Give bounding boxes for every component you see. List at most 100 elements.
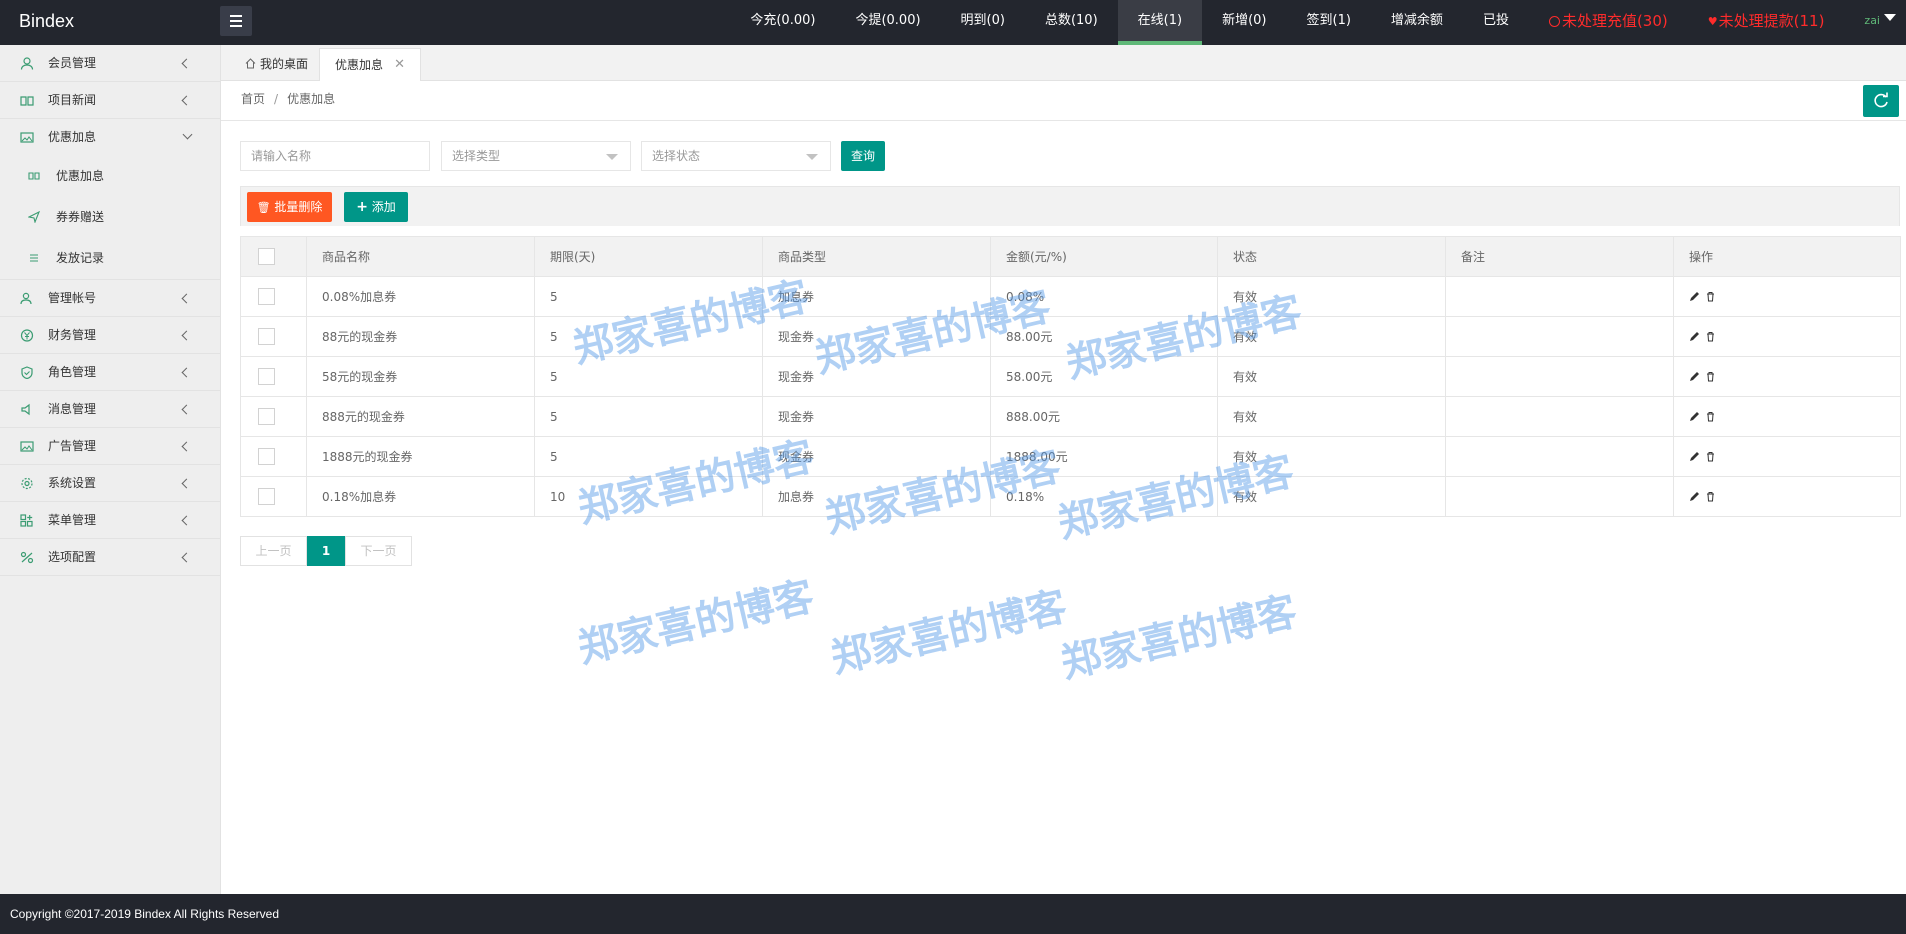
cell-name: 0.18%加息券 [306, 476, 535, 517]
sidebar-item-promotions[interactable]: 优惠加息 [0, 119, 220, 156]
close-icon[interactable]: ✕ [394, 49, 405, 81]
sidebar-item-label: 广告管理 [48, 439, 97, 453]
nav-today-recharge[interactable]: 今充(0.00) [730, 0, 835, 45]
book-icon [28, 172, 40, 180]
edit-icon[interactable] [1689, 371, 1700, 382]
add-label: 添加 [371, 200, 396, 214]
nav-new[interactable]: 新增(0) [1202, 0, 1286, 45]
batch-delete-button[interactable]: 🗑 批量删除 [247, 192, 332, 222]
table-toolbar: 🗑 批量删除 + 添加 [240, 186, 1900, 226]
delete-icon[interactable] [1705, 291, 1716, 302]
status-select[interactable]: 选择状态 [641, 141, 831, 171]
name-search-input[interactable]: 请输入名称 [240, 141, 430, 171]
edit-icon[interactable] [1689, 411, 1700, 422]
select-all-checkbox[interactable] [258, 248, 275, 265]
nav-pending-withdraw[interactable]: ♥未处理提款(11) [1688, 0, 1845, 45]
row-checkbox[interactable] [258, 488, 275, 505]
table-row: 0.08%加息券 5 加息券 0.08% 有效 [240, 276, 1901, 317]
heart-icon: ♥ [1707, 15, 1718, 28]
sidebar-item-news[interactable]: 项目新闻 [0, 82, 220, 119]
sidebar-item-members[interactable]: 会员管理 [0, 45, 220, 82]
nav-checkin[interactable]: 签到(1) [1287, 0, 1371, 45]
sidebar-item-label: 角色管理 [48, 365, 97, 379]
menu-toggle-button[interactable] [220, 6, 252, 36]
chevron-left-icon [181, 515, 192, 526]
sidebar-item-menus[interactable]: 菜单管理 [0, 502, 220, 539]
nav-pending-recharge[interactable]: 未处理充值(30) [1529, 0, 1688, 45]
cell-status: 有效 [1217, 476, 1446, 517]
query-button[interactable]: 查询 [841, 141, 885, 171]
sidebar-item-ads[interactable]: 广告管理 [0, 428, 220, 465]
tab-home-label: 我的桌面 [260, 57, 309, 71]
table-row: 888元的现金券 5 现金券 888.00元 有效 [240, 396, 1901, 437]
sidebar-item-label: 菜单管理 [48, 513, 97, 527]
sidebar-item-finance[interactable]: 财务管理 [0, 317, 220, 354]
cell-term: 5 [534, 356, 763, 397]
breadcrumb-home[interactable]: 首页 [241, 92, 265, 106]
alert-icon [1548, 16, 1560, 27]
app-logo[interactable]: Bindex [19, 0, 74, 45]
tab-bar: 我的桌面 优惠加息 ✕ [221, 45, 1906, 82]
edit-icon[interactable] [1689, 331, 1700, 342]
sidebar-subitem-coupon-gift[interactable]: 券券赠送 [0, 197, 220, 238]
column-header: 商品类型 [762, 236, 991, 277]
nav-today-withdraw[interactable]: 今提(0.00) [835, 0, 940, 45]
cell-note [1445, 356, 1674, 397]
nav-invested[interactable]: 已投 [1463, 0, 1529, 45]
row-checkbox[interactable] [258, 408, 275, 425]
edit-icon[interactable] [1689, 291, 1700, 302]
watermark: 郑家喜的博客 [826, 583, 1071, 683]
row-checkbox[interactable] [258, 328, 275, 345]
breadcrumb-current: 优惠加息 [287, 92, 336, 106]
nav-adjust-balance[interactable]: 增减余额 [1371, 0, 1463, 45]
sidebar-subitem-promotions[interactable]: 优惠加息 [0, 156, 220, 197]
delete-icon[interactable] [1705, 491, 1716, 502]
cell-term: 5 [534, 396, 763, 437]
sidebar-group-promotions: 优惠加息 优惠加息 券券赠送 发放记录 [0, 119, 220, 280]
grid-icon [20, 514, 33, 527]
type-select[interactable]: 选择类型 [441, 141, 631, 171]
edit-icon[interactable] [1689, 451, 1700, 462]
sidebar-subitem-issue-records[interactable]: 发放记录 [0, 238, 220, 279]
refresh-button[interactable] [1863, 85, 1899, 117]
cell-amount: 1888.00元 [990, 436, 1218, 477]
delete-icon[interactable] [1705, 331, 1716, 342]
chevron-left-icon [181, 404, 192, 415]
sidebar-item-messages[interactable]: 消息管理 [0, 391, 220, 428]
row-checkbox[interactable] [258, 288, 275, 305]
page-1-button[interactable]: 1 [307, 536, 345, 566]
sidebar-item-admin-accounts[interactable]: 管理帐号 [0, 280, 220, 317]
delete-icon[interactable] [1705, 411, 1716, 422]
nav-online[interactable]: 在线(1) [1117, 0, 1203, 45]
delete-icon[interactable] [1705, 451, 1716, 462]
user-menu[interactable]: zai [1844, 0, 1906, 45]
cell-name: 0.08%加息券 [306, 276, 535, 317]
watermark: 郑家喜的博客 [573, 573, 818, 673]
sidebar-item-settings[interactable]: 系统设置 [0, 465, 220, 502]
cell-note [1445, 436, 1674, 477]
tab-home[interactable]: 我的桌面 [231, 48, 322, 82]
column-header: 期限(天) [534, 236, 763, 277]
cell-actions [1673, 476, 1901, 517]
row-checkbox[interactable] [258, 448, 275, 465]
sidebar-item-label: 会员管理 [48, 56, 97, 70]
chevron-left-icon [181, 367, 192, 378]
cell-actions [1673, 276, 1901, 317]
next-page-button[interactable]: 下一页 [345, 536, 412, 566]
nav-total[interactable]: 总数(10) [1025, 0, 1118, 45]
prev-page-button[interactable]: 上一页 [240, 536, 307, 566]
delete-icon[interactable] [1705, 371, 1716, 382]
tab-promotions[interactable]: 优惠加息 ✕ [319, 48, 421, 82]
add-button[interactable]: + 添加 [344, 192, 408, 222]
nav-tomorrow-due[interactable]: 明到(0) [941, 0, 1025, 45]
cell-type: 现金券 [762, 356, 991, 397]
row-checkbox[interactable] [258, 368, 275, 385]
chevron-left-icon [181, 95, 192, 106]
cell-amount: 0.08% [990, 276, 1218, 317]
sidebar-item-roles[interactable]: 角色管理 [0, 354, 220, 391]
cell-amount: 0.18% [990, 476, 1218, 517]
edit-icon[interactable] [1689, 491, 1700, 502]
breadcrumb-separator: / [274, 92, 279, 106]
speaker-icon [21, 403, 30, 416]
sidebar-item-options[interactable]: 选项配置 [0, 539, 220, 576]
